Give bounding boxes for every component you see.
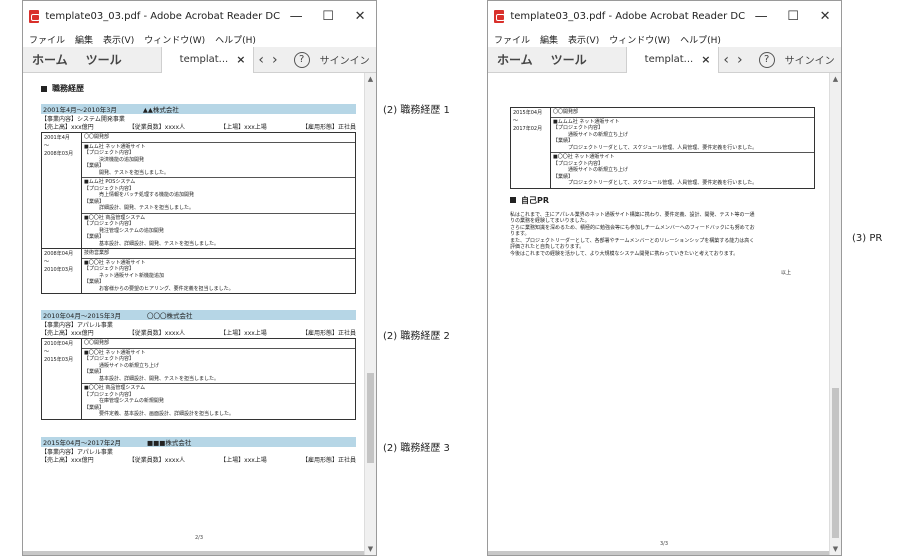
menu-view[interactable]: 表示(V) — [103, 33, 134, 46]
close-window-icon[interactable]: ✕ — [344, 1, 376, 31]
acrobat-window-left: template03_03.pdf - Adobe Acrobat Reader… — [22, 0, 377, 556]
pdf-page-2: 職務経歴 2001年4月～2010年3月 ▲▲株式会社 【事業内容】システム開発… — [41, 83, 356, 465]
help-icon[interactable]: ? — [293, 51, 310, 68]
company-info-line: 【売上高】xxx億円 【従業員数】xxxx人 【上場】xxx上場 【雇用形態】正… — [41, 330, 356, 337]
signin-button[interactable]: サインイン — [781, 52, 835, 67]
document-tab-label: templat... — [644, 54, 694, 65]
square-bullet-icon — [510, 197, 516, 203]
document-view[interactable]: 2015年04月 ～ 2017年02月 〇〇開発部 ■ムムム社 ネット通販サイト… — [488, 73, 829, 555]
chevron-left-icon[interactable]: ‹ — [719, 52, 733, 68]
company-info-line: 【売上高】xxx億円 【従業員数】xxxx人 【上場】xxx上場 【雇用形態】正… — [41, 124, 356, 131]
document-view[interactable]: 職務経歴 2001年4月～2010年3月 ▲▲株式会社 【事業内容】システム開発… — [23, 73, 364, 555]
tab-home[interactable]: ホーム — [488, 51, 542, 68]
scroll-up-icon[interactable]: ▲ — [365, 73, 376, 85]
business-line: 【事業内容】アパレル事業 — [41, 448, 113, 456]
career-header-1: 2001年4月～2010年3月 ▲▲株式会社 — [41, 104, 356, 114]
annotation-career-1: (2) 職務経歴 1 — [383, 105, 450, 116]
annotation-career-2: (2) 職務経歴 2 — [383, 331, 450, 342]
section-heading: 職務経歴 — [41, 83, 356, 94]
menu-edit[interactable]: 編集 — [540, 33, 558, 46]
scroll-down-icon[interactable]: ▼ — [365, 543, 376, 555]
career-table-row: 2008年04月 ～ 2010年03月 技術営業部 ■〇〇社 ネット通販サイト … — [41, 249, 356, 294]
business-line: 【事業内容】アパレル事業 — [41, 322, 113, 329]
tab-document[interactable]: templat... × — [625, 46, 720, 73]
chevron-left-icon[interactable]: ‹ — [254, 52, 268, 68]
document-tab-label: templat... — [179, 54, 229, 65]
menu-edit[interactable]: 編集 — [75, 33, 93, 46]
toolbar: ホーム ツール templat... × ‹ › ? サインイン — [488, 46, 841, 73]
tab-tools[interactable]: ツール — [77, 51, 131, 68]
square-bullet-icon — [41, 85, 47, 92]
window-title: template03_03.pdf - Adobe Acrobat Reader… — [510, 10, 746, 22]
career-header-2: 2010年04月～2015年3月 〇〇〇株式会社 — [41, 310, 356, 320]
horizontal-scrollbar[interactable] — [488, 551, 829, 555]
menu-window[interactable]: ウィンドウ(W) — [609, 33, 670, 46]
minimize-icon[interactable]: — — [745, 1, 777, 31]
scroll-down-icon[interactable]: ▼ — [830, 543, 841, 555]
tab-document[interactable]: templat... × — [160, 46, 255, 73]
pdf-page-3: 2015年04月 ～ 2017年02月 〇〇開発部 ■ムムム社 ネット通販サイト… — [510, 107, 815, 276]
scroll-up-icon[interactable]: ▲ — [830, 73, 841, 85]
tab-tools[interactable]: ツール — [542, 51, 596, 68]
acrobat-window-right: template03_03.pdf - Adobe Acrobat Reader… — [487, 0, 842, 556]
career-header-3: 2015年04月～2017年2月 ■■■株式会社 — [41, 436, 356, 447]
pr-heading: 自己PR — [510, 195, 815, 206]
toolbar: ホーム ツール templat... × ‹ › ? サインイン — [23, 46, 376, 73]
horizontal-scrollbar[interactable] — [23, 551, 364, 555]
close-window-icon[interactable]: ✕ — [809, 1, 841, 31]
page-number: 3/3 — [660, 541, 669, 547]
company-info-line: 【売上高】xxx億円 【従業員数】xxxx人 【上場】xxx上場 【雇用形態】正… — [41, 456, 356, 464]
scroll-thumb[interactable] — [832, 388, 839, 538]
business-line: 【事業内容】システム開発事業 — [41, 116, 125, 123]
maximize-icon[interactable]: ☐ — [312, 1, 344, 31]
chevron-right-icon[interactable]: › — [268, 52, 282, 68]
page-number: 2/3 — [195, 535, 204, 541]
menu-bar: ファイル 編集 表示(V) ウィンドウ(W) ヘルプ(H) — [488, 31, 841, 47]
menu-window[interactable]: ウィンドウ(W) — [144, 33, 205, 46]
tab-home[interactable]: ホーム — [23, 51, 77, 68]
menu-bar: ファイル 編集 表示(V) ウィンドウ(W) ヘルプ(H) — [23, 31, 376, 47]
menu-help[interactable]: ヘルプ(H) — [215, 33, 256, 46]
career-table-row: 2001年4月 ～ 2008年03月 〇〇開発部 ■ムム社 ネット通販サイト 【… — [41, 132, 356, 249]
vertical-scrollbar[interactable]: ▲ ▼ — [364, 73, 376, 555]
vertical-scrollbar[interactable]: ▲ ▼ — [829, 73, 841, 555]
menu-file[interactable]: ファイル — [29, 33, 65, 46]
closing-text: 以上 — [780, 270, 791, 276]
menu-help[interactable]: ヘルプ(H) — [680, 33, 721, 46]
window-title: template03_03.pdf - Adobe Acrobat Reader… — [45, 10, 281, 22]
menu-view[interactable]: 表示(V) — [568, 33, 599, 46]
chevron-right-icon[interactable]: › — [733, 52, 747, 68]
career-table-row: 2015年04月 ～ 2017年02月 〇〇開発部 ■ムムム社 ネット通販サイト… — [510, 107, 815, 189]
pr-text: 私はこれまで、主にアパレル業界のネット通販サイト構築に携わり、要件定義、設計、開… — [510, 211, 755, 257]
career-table-row: 2010年04月 ～ 2015年03月 〇〇開発部 ■〇〇社 ネット通販サイト … — [41, 338, 356, 420]
maximize-icon[interactable]: ☐ — [777, 1, 809, 31]
title-bar[interactable]: template03_03.pdf - Adobe Acrobat Reader… — [23, 1, 376, 31]
scroll-thumb[interactable] — [367, 373, 374, 463]
acrobat-pdf-icon — [494, 9, 506, 23]
annotation-pr: (3) PR — [852, 233, 883, 244]
help-icon[interactable]: ? — [758, 51, 775, 68]
title-bar[interactable]: template03_03.pdf - Adobe Acrobat Reader… — [488, 1, 841, 31]
close-tab-icon[interactable]: × — [236, 53, 245, 66]
signin-button[interactable]: サインイン — [316, 52, 370, 67]
acrobat-pdf-icon — [29, 9, 41, 23]
menu-file[interactable]: ファイル — [494, 33, 530, 46]
close-tab-icon[interactable]: × — [701, 53, 710, 66]
annotation-career-3: (2) 職務経歴 3 — [383, 443, 450, 454]
minimize-icon[interactable]: — — [280, 1, 312, 31]
